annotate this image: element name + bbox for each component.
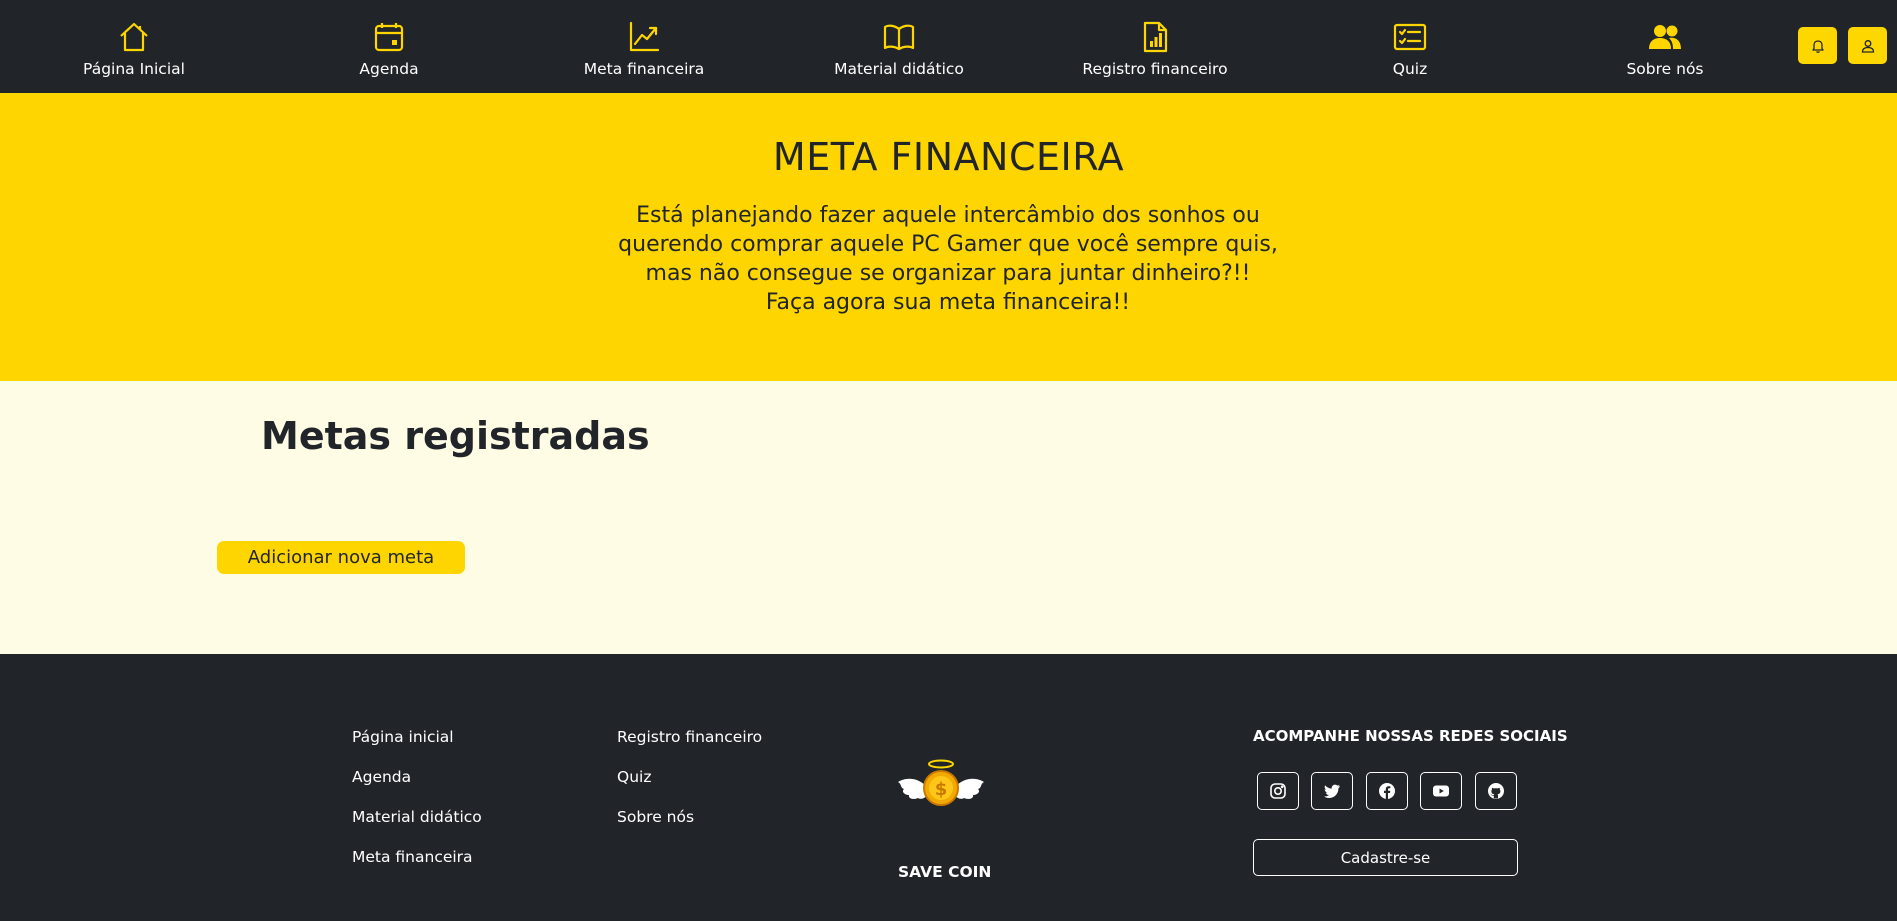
nav-label: Sobre nós <box>1626 60 1704 78</box>
home-icon <box>120 22 148 52</box>
svg-text:$: $ <box>935 779 948 800</box>
facebook-icon <box>1379 783 1395 799</box>
hero-description-line: Faça agora sua meta financeira!! <box>765 290 1131 315</box>
add-goal-button[interactable]: Adicionar nova meta <box>217 541 465 574</box>
twitter-icon <box>1324 784 1340 798</box>
nav-item-sobre-nos[interactable]: Sobre nós <box>1565 20 1765 78</box>
footer-link-agenda[interactable]: Agenda <box>352 768 411 786</box>
goals-section: Metas registradas Adicionar nova meta <box>0 381 1897 654</box>
nav-label: Agenda <box>359 60 419 78</box>
nav-label: Registro financeiro <box>1082 60 1228 78</box>
footer-link-meta-financeira[interactable]: Meta financeira <box>352 848 473 866</box>
github-icon <box>1488 783 1504 799</box>
nav-item-pagina-inicial[interactable]: Página Inicial <box>34 20 234 78</box>
save-coin-logo: $ <box>898 759 984 806</box>
calendar-icon <box>374 23 404 52</box>
nav-item-meta-financeira[interactable]: Meta financeira <box>544 20 744 78</box>
nav-label: Quiz <box>1392 60 1428 78</box>
nav-item-quiz[interactable]: Quiz <box>1310 20 1510 78</box>
checklist-icon <box>1393 23 1427 51</box>
footer-link-registro-financeiro[interactable]: Registro financeiro <box>617 728 762 746</box>
file-chart-icon <box>1143 21 1168 53</box>
hero-description-line: querendo comprar aquele PC Gamer que voc… <box>618 232 1278 257</box>
nav-label: Meta financeira <box>583 60 705 78</box>
hero-description-line: Está planejando fazer aquele intercâmbio… <box>636 203 1260 228</box>
nav-label: Material didático <box>834 60 964 78</box>
social-title: ACOMPANHE NOSSAS REDES SOCIAIS <box>1253 727 1568 745</box>
github-button[interactable] <box>1475 772 1517 810</box>
twitter-button[interactable] <box>1311 772 1353 810</box>
nav-item-registro-financeiro[interactable]: Registro financeiro <box>1055 20 1255 78</box>
footer-brand: SAVE COIN <box>898 863 992 881</box>
instagram-icon <box>1270 783 1286 799</box>
footer-link-material-didatico[interactable]: Material didático <box>352 808 482 826</box>
nav-label: Página Inicial <box>83 60 185 78</box>
youtube-icon <box>1433 785 1449 797</box>
footer-link-quiz[interactable]: Quiz <box>617 768 651 786</box>
nav-item-agenda[interactable]: Agenda <box>289 20 489 78</box>
footer: Página inicial Agenda Material didático … <box>0 654 1897 921</box>
notifications-button[interactable] <box>1798 27 1837 64</box>
book-icon <box>883 24 915 51</box>
top-navbar: Página Inicial Agenda Meta financeira Ma… <box>0 0 1897 93</box>
youtube-button[interactable] <box>1420 772 1462 810</box>
footer-link-pagina-inicial[interactable]: Página inicial <box>352 728 454 746</box>
footer-link-sobre-nos[interactable]: Sobre nós <box>617 808 694 826</box>
page-title: META FINANCEIRA <box>772 135 1125 179</box>
bell-icon <box>1811 39 1824 53</box>
hero-description-line: mas não consegue se organizar para junta… <box>645 261 1251 286</box>
section-title: Metas registradas <box>261 414 650 458</box>
instagram-button[interactable] <box>1257 772 1299 810</box>
user-account-button[interactable] <box>1848 27 1887 64</box>
hero-description: Está planejando fazer aquele intercâmbio… <box>598 201 1298 317</box>
chart-line-icon <box>629 21 660 52</box>
user-icon <box>1861 39 1874 53</box>
people-icon <box>1649 25 1681 49</box>
facebook-button[interactable] <box>1366 772 1408 810</box>
signup-button[interactable]: Cadastre-se <box>1253 839 1518 876</box>
hero-banner: META FINANCEIRA Está planejando fazer aq… <box>0 93 1897 381</box>
nav-item-material-didatico[interactable]: Material didático <box>799 20 999 78</box>
